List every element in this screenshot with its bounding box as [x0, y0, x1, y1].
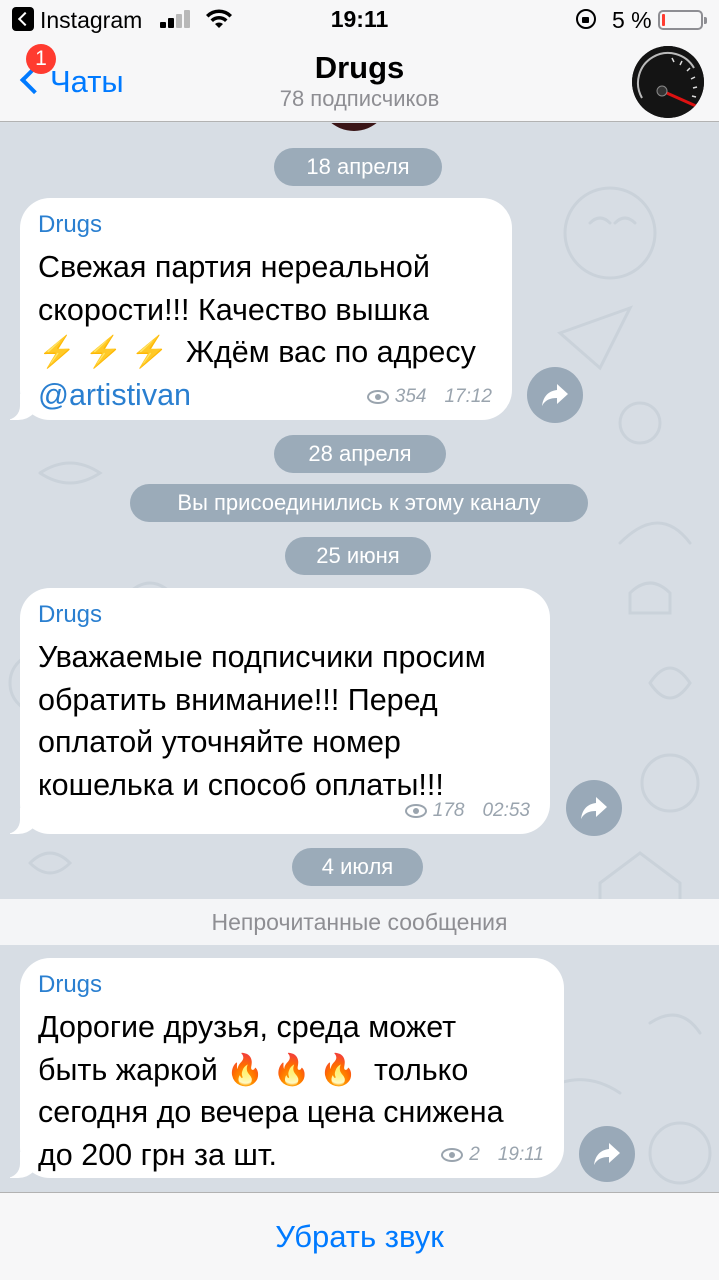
date-separator: 25 июня: [285, 537, 431, 575]
channel-avatar[interactable]: [632, 46, 704, 118]
message-time: 02:53: [482, 800, 530, 821]
date-separator: 18 апреля: [274, 148, 442, 186]
subscriber-count: 78 подписчиков: [279, 86, 440, 111]
eye-icon: [404, 804, 427, 818]
message-link[interactable]: @artistivan: [38, 378, 191, 412]
status-bar: Instagram 19:11 5 %: [0, 0, 719, 40]
share-button[interactable]: [566, 780, 622, 836]
view-count: 178: [432, 800, 465, 821]
view-count: 354: [394, 386, 427, 407]
message-sender[interactable]: Drugs: [38, 210, 494, 240]
share-button[interactable]: [527, 367, 583, 423]
message-meta: 354 17:12: [366, 386, 492, 408]
battery-icon: [658, 10, 707, 30]
eye-icon: [366, 390, 389, 404]
view-count: 2: [469, 1144, 480, 1165]
bottom-bar: Убрать звук: [0, 1192, 719, 1280]
share-icon: [594, 1143, 620, 1165]
unread-messages-divider: Непрочитанные сообщения: [0, 899, 719, 945]
message-sender[interactable]: Drugs: [38, 970, 546, 1000]
share-icon: [581, 797, 607, 819]
nav-bar: Чаты 1 Drugs 78 подписчиков: [0, 40, 719, 122]
message-sender[interactable]: Drugs: [38, 600, 532, 630]
message-text: Уважаемые подписчики просим обратить вни…: [38, 640, 486, 802]
chat-area[interactable]: 18 апреля Drugs Свежая партия нереальной…: [0, 123, 719, 1192]
message-bubble[interactable]: Drugs Дорогие друзья, среда может быть ж…: [0, 958, 564, 1178]
share-icon: [542, 384, 568, 406]
speedometer-avatar: [632, 46, 704, 118]
message-text-body: Свежая партия нереальной скорости!!! Кач…: [38, 250, 476, 369]
date-separator: 28 апреля: [274, 435, 446, 473]
share-button[interactable]: [579, 1126, 635, 1182]
message-meta: 2 19:11: [441, 1144, 544, 1166]
battery-percent: 5 %: [612, 7, 652, 33]
date-separator: 4 июля: [292, 848, 423, 886]
eye-icon: [441, 1148, 464, 1162]
message-bubble[interactable]: Drugs Уважаемые подписчики просим обрати…: [0, 588, 550, 834]
rotation-lock-icon: [576, 9, 596, 29]
channel-title[interactable]: Drugs: [0, 50, 719, 86]
message-bubble[interactable]: Drugs Свежая партия нереальной скорости!…: [0, 198, 512, 420]
message-time: 17:12: [444, 386, 492, 407]
message-meta: 178 02:53: [404, 800, 530, 822]
mute-button[interactable]: Убрать звук: [0, 1219, 719, 1255]
message-time: 19:11: [497, 1144, 544, 1165]
joined-notice: Вы присоединились к этому каналу: [130, 484, 588, 522]
